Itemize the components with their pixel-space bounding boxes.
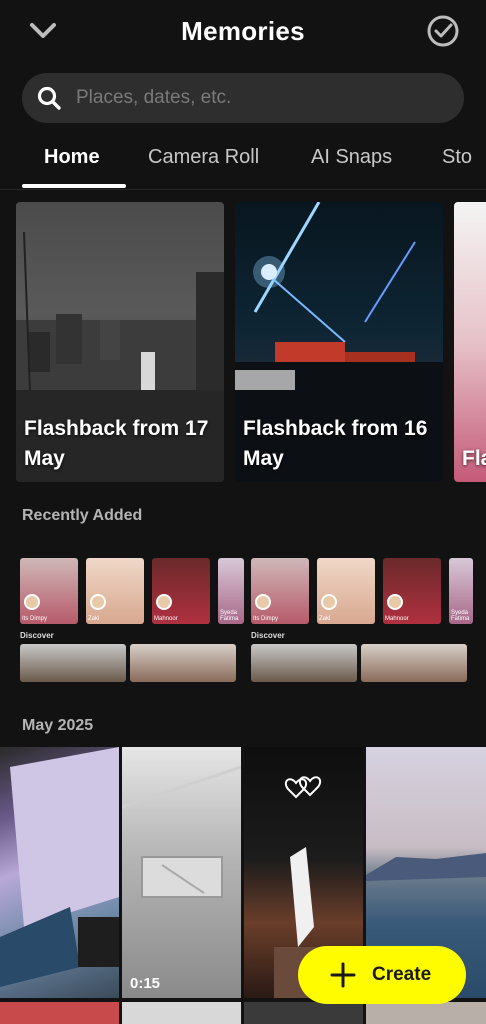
bitmoji-avatar bbox=[156, 594, 172, 610]
tab-stories[interactable]: Sto bbox=[442, 146, 472, 169]
discover-image bbox=[130, 644, 236, 682]
story-thumb: Its Dimpy bbox=[251, 558, 309, 624]
video-duration: 0:15 bbox=[130, 975, 161, 992]
section-title: May 2025 bbox=[22, 717, 94, 734]
flashback-card[interactable]: Flashback from 16 May bbox=[235, 202, 443, 482]
flashback-label: Flashback from 16 May bbox=[243, 417, 428, 470]
tab-camera-roll[interactable]: Camera Roll bbox=[148, 146, 259, 169]
laptop-photo bbox=[0, 747, 119, 987]
plus-icon bbox=[330, 962, 356, 988]
memory-thumbnail[interactable]: 0:15 bbox=[122, 747, 241, 998]
discover-image bbox=[251, 644, 357, 682]
story-name: Mahnoor bbox=[385, 616, 409, 622]
bitmoji-avatar bbox=[255, 594, 271, 610]
story-name: Zaki bbox=[319, 616, 331, 622]
ceiling-photo bbox=[122, 765, 241, 898]
story-thumb: Zaki bbox=[86, 558, 144, 624]
story-name: Syeda Fatima bbox=[220, 610, 239, 622]
discover-label: Discover bbox=[251, 631, 285, 640]
flashback-carousel: Flashback from 17 May Flashback from 16 … bbox=[0, 202, 486, 484]
create-button[interactable]: Create bbox=[298, 946, 466, 1004]
story-name: Its Dimpy bbox=[253, 616, 279, 622]
story-thumb: Mahnoor bbox=[152, 558, 210, 624]
discover-label: Discover bbox=[20, 631, 54, 640]
create-button-label: Create bbox=[372, 964, 432, 985]
header: Memories bbox=[0, 0, 486, 66]
memory-thumbnail[interactable] bbox=[366, 1002, 486, 1024]
memory-thumbnail[interactable] bbox=[122, 1002, 241, 1024]
tab-bar: Home Camera Roll AI Snaps Sto bbox=[0, 140, 486, 190]
story-thumb: Syeda Fatima bbox=[218, 558, 244, 624]
story-name: Its Dimpy bbox=[22, 616, 48, 622]
select-check-icon[interactable] bbox=[426, 14, 460, 48]
story-preview[interactable]: Its Dimpy Zaki Mahnoor Syeda Fatima Disc… bbox=[20, 558, 244, 682]
tab-ai-snaps[interactable]: AI Snaps bbox=[311, 146, 392, 169]
section-title: Recently Added bbox=[22, 507, 143, 524]
story-name: Syeda Fatima bbox=[451, 610, 470, 622]
flashback-card[interactable]: Fla Ma bbox=[454, 202, 486, 482]
story-thumb: Its Dimpy bbox=[20, 558, 78, 624]
bitmoji-avatar bbox=[90, 594, 106, 610]
story-name: Mahnoor bbox=[154, 616, 178, 622]
recently-added-carousel: Its Dimpy Zaki Mahnoor Syeda Fatima Disc… bbox=[0, 556, 486, 684]
story-thumb: Syeda Fatima bbox=[449, 558, 473, 624]
discover-image bbox=[361, 644, 467, 682]
story-thumb: Mahnoor bbox=[383, 558, 441, 624]
divider bbox=[0, 189, 486, 190]
bitmoji-avatar bbox=[24, 594, 40, 610]
story-thumb: Zaki bbox=[317, 558, 375, 624]
tab-active-indicator bbox=[22, 184, 126, 188]
story-preview[interactable]: Its Dimpy Zaki Mahnoor Syeda Fatima Disc… bbox=[251, 558, 475, 682]
memory-thumbnail[interactable] bbox=[0, 1002, 119, 1024]
tab-home[interactable]: Home bbox=[44, 146, 100, 169]
bitmoji-avatar bbox=[321, 594, 337, 610]
story-name: Zaki bbox=[88, 616, 100, 622]
search-input[interactable]: Places, dates, etc. bbox=[76, 87, 231, 109]
page-title: Memories bbox=[181, 16, 305, 46]
flashback-label: Fla Ma bbox=[462, 447, 486, 470]
flashback-label: Flashback from 17 May bbox=[24, 417, 209, 470]
bitmoji-avatar bbox=[387, 594, 403, 610]
flashback-card[interactable]: Flashback from 17 May bbox=[16, 202, 224, 482]
memory-thumbnail[interactable] bbox=[244, 1002, 363, 1024]
search-bar[interactable]: Places, dates, etc. bbox=[22, 73, 464, 123]
memory-thumbnail[interactable] bbox=[0, 747, 119, 998]
search-icon bbox=[37, 86, 61, 110]
discover-image bbox=[20, 644, 126, 682]
